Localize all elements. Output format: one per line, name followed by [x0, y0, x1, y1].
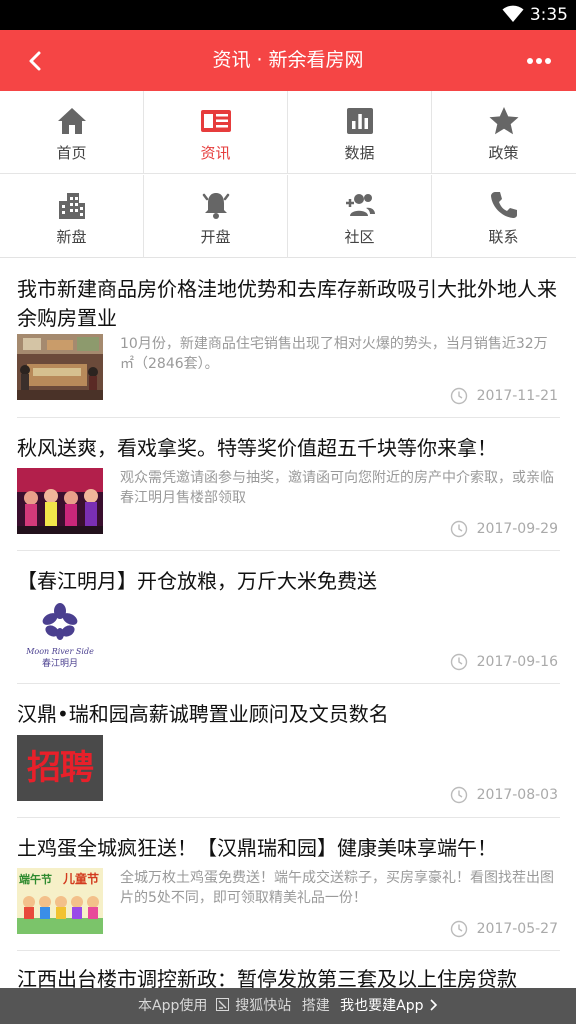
- article-item[interactable]: 土鸡蛋全城疯狂送！【汉鼎瑞和园】健康美味享端午！ 端午节 儿童节 全城万枚土鸡蛋…: [17, 818, 560, 951]
- home-icon: [58, 108, 86, 134]
- wifi-icon: [502, 5, 524, 22]
- bar-chart-icon: [347, 108, 373, 134]
- build-app-link[interactable]: 我也要建App: [340, 998, 423, 1014]
- date-text: 2017-09-29: [476, 521, 558, 537]
- building-icon: [59, 193, 85, 219]
- clock-icon: [450, 520, 468, 538]
- powered-by-banner[interactable]: 本App使用 搜狐快站 搭建 我也要建App: [0, 988, 576, 1024]
- nav-label: 政策: [488, 144, 519, 162]
- nav-label: 社区: [344, 228, 375, 246]
- bell-icon: [202, 193, 230, 219]
- footer-brand: 搜狐快站: [235, 998, 292, 1014]
- status-bar: 3:35: [0, 0, 576, 30]
- more-menu-icon[interactable]: [524, 47, 554, 75]
- date-text: 2017-09-16: [476, 654, 558, 670]
- nav-label: 数据: [344, 144, 375, 162]
- category-grid: 首页 资讯 数据 政策 新盘 开盘 社区 联系: [0, 91, 576, 258]
- nav-news[interactable]: 资讯: [144, 91, 288, 174]
- article-title[interactable]: 【春江明月】开仓放粮，万斤大米免费送: [17, 567, 560, 596]
- footer-prefix: 本App使用: [138, 998, 208, 1014]
- article-thumbnail: [17, 334, 103, 400]
- article-item[interactable]: 秋风送爽，看戏拿奖。特等奖价值超五千块等你来拿！ 观众需凭邀请函参与抽奖，邀请函…: [17, 418, 560, 551]
- app-header: 资讯 · 新余看房网: [0, 30, 576, 91]
- nav-label: 开盘: [200, 228, 231, 246]
- date-text: 2017-11-21: [476, 388, 558, 404]
- nav-home[interactable]: 首页: [0, 91, 144, 174]
- clock-icon: [450, 786, 468, 804]
- clock-icon: [450, 653, 468, 671]
- article-item[interactable]: 【春江明月】开仓放粮，万斤大米免费送 Moon River Side 春江明月 …: [17, 551, 560, 684]
- page-title: 资讯 · 新余看房网: [212, 49, 364, 71]
- news-icon: [201, 110, 231, 132]
- nav-data[interactable]: 数据: [288, 91, 432, 174]
- article-date: 2017-09-16: [450, 653, 558, 671]
- clock-icon: [450, 920, 468, 938]
- nav-opening[interactable]: 开盘: [144, 175, 288, 258]
- article-thumbnail: Moon River Side 春江明月: [17, 601, 103, 667]
- article-date: 2017-08-03: [450, 786, 558, 804]
- star-icon: [489, 107, 519, 135]
- article-item[interactable]: 我市新建商品房价格洼地优势和去库存新政吸引大批外地人来余购房置业 10月份，新建…: [17, 258, 560, 418]
- nav-label: 首页: [56, 144, 87, 162]
- article-title[interactable]: 秋风送爽，看戏拿奖。特等奖价值超五千块等你来拿！: [17, 434, 560, 463]
- add-group-icon: [346, 194, 375, 216]
- nav-label: 资讯: [200, 144, 231, 162]
- nav-community[interactable]: 社区: [288, 175, 432, 258]
- footer-mid: 搭建: [301, 998, 330, 1014]
- article-date: 2017-09-29: [450, 520, 558, 538]
- nav-label: 新盘: [56, 228, 87, 246]
- showroom-photo: [17, 334, 103, 400]
- festival-illustration: [17, 896, 103, 934]
- article-thumbnail: 端午节 儿童节: [17, 868, 103, 934]
- date-text: 2017-08-03: [476, 787, 558, 803]
- sohu-logo-icon: [215, 998, 229, 1011]
- article-thumbnail: 招聘: [17, 735, 103, 801]
- nav-new-homes[interactable]: 新盘: [0, 175, 144, 258]
- nav-label: 联系: [488, 228, 519, 246]
- date-text: 2017-05-27: [476, 921, 558, 937]
- moon-river-logo: [42, 603, 78, 640]
- article-date: 2017-11-21: [450, 387, 558, 405]
- article-summary: 观众需凭邀请函参与抽奖，邀请函可向您附近的房产中介索取，或亲临春江明月售楼部领取: [120, 470, 554, 506]
- article-summary: 全城万枚土鸡蛋免费送！端午成交送粽子，买房享豪礼！看图找茬出图片的5处不同，即可…: [120, 870, 554, 906]
- article-date: 2017-05-27: [450, 920, 558, 938]
- nav-contact[interactable]: 联系: [432, 175, 576, 258]
- logo-chinese-text: 春江明月: [41, 659, 78, 667]
- logo-english-text: Moon River Side: [26, 647, 94, 656]
- article-thumbnail: [17, 468, 103, 534]
- back-arrow-icon[interactable]: [22, 47, 50, 75]
- article-title[interactable]: 汉鼎•瑞和园高薪诚聘置业顾问及文员数名: [17, 700, 560, 729]
- clock-icon: [450, 387, 468, 405]
- article-title[interactable]: 我市新建商品房价格洼地优势和去库存新政吸引大批外地人来余购房置业: [17, 275, 560, 333]
- status-time: 3:35: [529, 5, 568, 25]
- nav-policy[interactable]: 政策: [432, 91, 576, 174]
- phone-icon: [491, 192, 517, 218]
- article-title[interactable]: 土鸡蛋全城疯狂送！【汉鼎瑞和园】健康美味享端午！: [17, 834, 560, 863]
- chevron-right-icon: [430, 999, 438, 1011]
- article-item[interactable]: 汉鼎•瑞和园高薪诚聘置业顾问及文员数名 招聘 2017-08-03: [17, 684, 560, 818]
- article-summary: 10月份，新建商品住宅销售出现了相对火爆的势头，当月销售近32万㎡（2846套）…: [120, 336, 548, 372]
- recruit-thumbnail-text: 招聘: [27, 748, 94, 788]
- stage-photo: [17, 468, 103, 534]
